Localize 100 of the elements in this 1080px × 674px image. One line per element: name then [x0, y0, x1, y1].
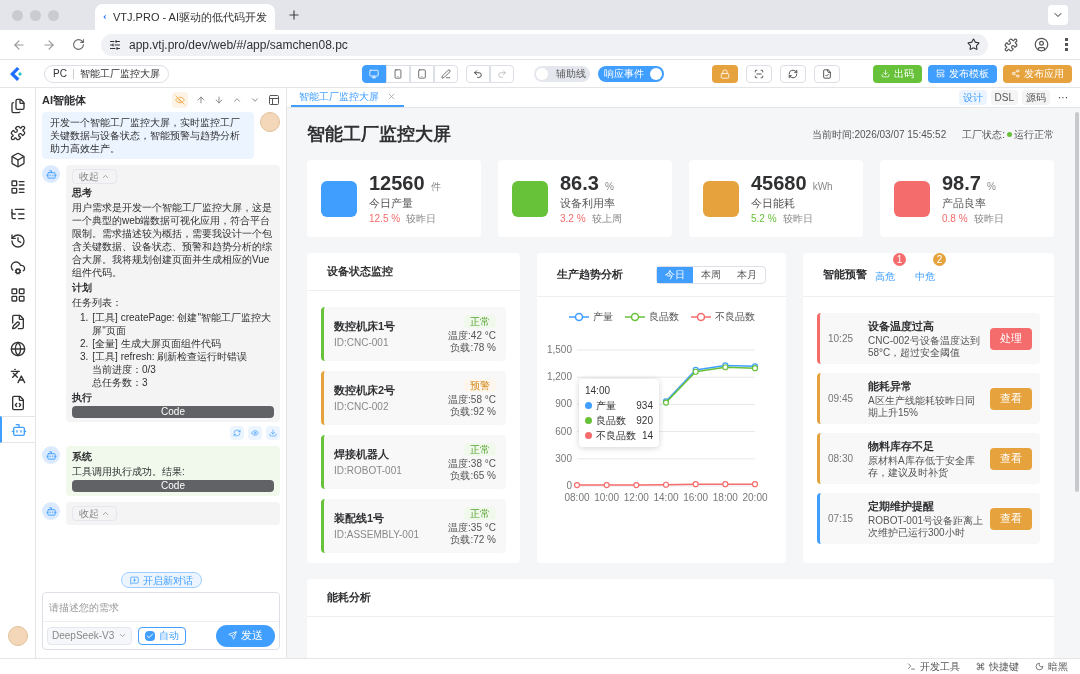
alert-text: ROBOT-001号设备距离上次维护已运行300小时 [868, 514, 984, 539]
task-text: [工具] createPage: 创建"智能工厂监控大屏"页面 [92, 311, 272, 337]
stat-label: 设备利用率 [560, 195, 616, 211]
device-name: 数控机床1号 [334, 319, 396, 335]
legend-label: 产量 [592, 310, 613, 324]
axis-label: 0 [566, 480, 572, 491]
section-title: 系统 [72, 450, 93, 463]
count-badge: 1 [893, 252, 906, 266]
section-title: 执行 [72, 391, 93, 404]
device-name: 装配线1号 [334, 511, 386, 527]
section-title: 思考 [72, 186, 93, 199]
axis-label: 08:00 [564, 492, 590, 503]
alert-time: 07:15 [828, 512, 855, 526]
progress-text: 当前进度：0/3 [91, 363, 157, 376]
alert-title: 设备温度过高 [868, 319, 935, 335]
dashboard-title: 智能工厂监控大屏 [307, 122, 451, 146]
stat-label: 今日产量 [369, 195, 414, 211]
tooltip-title: 14:00 [585, 384, 612, 398]
stat-unit: % [604, 179, 614, 194]
axis-label: 600 [555, 425, 572, 437]
axis-label: 14:00 [653, 492, 679, 503]
device-temp: 温度:58 °C [448, 393, 496, 406]
device-temp: 温度:35 °C [448, 521, 496, 534]
stat-change: 0.8 % [942, 212, 968, 227]
page-label: 智能工厂监控大屏 [79, 67, 160, 81]
alert-time: 08:30 [828, 452, 855, 466]
series-value: 920 [636, 414, 653, 428]
stat-compare: 较昨日 [782, 212, 813, 227]
alert-text: A区生产线能耗较昨日同期上升15% [868, 394, 976, 419]
alert-time: 10:25 [828, 332, 855, 346]
stat-change: 5.2 % [751, 212, 777, 227]
device-load: 负载:92 % [450, 405, 496, 418]
device-load: 负载:65 % [450, 469, 496, 482]
device-id: ID:CNC-001 [334, 335, 390, 350]
device-name: 数控机床2号 [334, 383, 396, 399]
stat-unit: 件 [430, 179, 441, 194]
series-name: 产量 [596, 399, 616, 413]
alert-title: 物料库存不足 [868, 439, 935, 455]
series-value: 14 [641, 429, 653, 443]
status-text: 运行正常 [1014, 127, 1054, 142]
device-load: 负载:78 % [450, 341, 496, 354]
user-message: 开发一个智能工厂监控大屏，实时监控工厂关键数据与设备状态，智能预警与趋势分析助力高效生产。 [42, 112, 254, 159]
task-number: 2. [80, 337, 89, 350]
panel-title: 能耗分析 [327, 590, 371, 606]
stat-value: 98.7 [942, 170, 981, 195]
device-id: ID:CNC-002 [334, 399, 390, 414]
stat-label: 产品良率 [942, 195, 987, 211]
stat-change: 3.2 % [560, 212, 586, 227]
stat-unit: % [986, 179, 996, 194]
task-number: 1. [80, 311, 89, 325]
url-text: app.vtj.pro/dev/web/#/app/samchen08.pc [129, 36, 348, 54]
stat-compare: 较昨日 [406, 212, 437, 227]
status-tag: 正常 [464, 442, 496, 456]
axis-label: 300 [555, 452, 572, 464]
legend-label: 良品数 [648, 310, 679, 324]
platform-label: PC [53, 67, 67, 81]
current-time: 当前时间:2026/03/07 15:45:52 [811, 127, 947, 142]
stat-value: 12560 [369, 170, 425, 195]
device-load: 负载:72 % [450, 533, 496, 546]
section-title: 计划 [72, 281, 93, 294]
task-text: [工具] refresh: 刷新检查运行时错误 [92, 350, 248, 363]
stat-value: 86.3 [560, 170, 599, 195]
axis-label: 1,500 [546, 344, 572, 355]
panel-title: 智能预警 [823, 267, 867, 283]
alert-text: CNC-002号设备温度达到58°C，超过安全阈值 [868, 334, 981, 359]
device-id: ID:ROBOT-001 [334, 463, 402, 478]
axis-label: 20:00 [742, 492, 768, 503]
axis-label: 1,200 [546, 371, 572, 383]
stat-label: 今日能耗 [751, 195, 796, 211]
panel-title: 设备状态监控 [327, 264, 393, 280]
task-number: 3. [80, 350, 89, 363]
think-text: 用户需求是开发一个智能工厂监控大屏，这是一个典型的web端数据可视化应用，符合平台限制。需求描述较为概括，需要我设计一个包含关键数据、设备状态、预警和趋势分析的综合大屏。我将规划创建页面并生成相应的Vue组件代码。 [72, 201, 273, 279]
device-temp: 温度:38 °C [448, 457, 496, 470]
alert-text: 原材料A库存低于安全库存，建议及时补货 [868, 454, 976, 479]
axis-label: 12:00 [623, 492, 649, 503]
count-badge: 2 [933, 252, 946, 266]
plan-intro: 任务列表： [72, 296, 123, 309]
total-text: 总任务数：3 [91, 376, 149, 389]
status-tag: 预警 [464, 378, 496, 392]
axis-label: 18:00 [712, 492, 738, 503]
series-name: 良品数 [596, 414, 626, 428]
axis-label: 900 [555, 398, 572, 410]
alert-time: 09:45 [828, 392, 855, 406]
status-tag: 正常 [464, 314, 496, 328]
axis-label: 16:00 [683, 492, 709, 503]
alert-title: 能耗异常 [868, 379, 913, 395]
device-temp: 温度:42 °C [448, 329, 496, 342]
stat-unit: kWh [812, 179, 833, 194]
alert-title: 定期维护提醒 [868, 499, 935, 515]
axis-label: 10:00 [594, 492, 620, 503]
device-id: ID:ASSEMBLY-001 [334, 527, 420, 542]
panel-title: 生产趋势分析 [557, 267, 623, 283]
stat-value: 45680 [751, 170, 807, 195]
stat-compare: 较上周 [591, 212, 622, 227]
panel-title: AI智能体 [42, 92, 86, 108]
task-text: [全量] 生成大屏页面组件代码 [92, 337, 221, 350]
status-tag: 正常 [464, 506, 496, 520]
device-name: 焊接机器人 [334, 447, 390, 463]
stat-change: 12.5 % [369, 212, 401, 227]
legend-label: 不良品数 [714, 310, 755, 324]
